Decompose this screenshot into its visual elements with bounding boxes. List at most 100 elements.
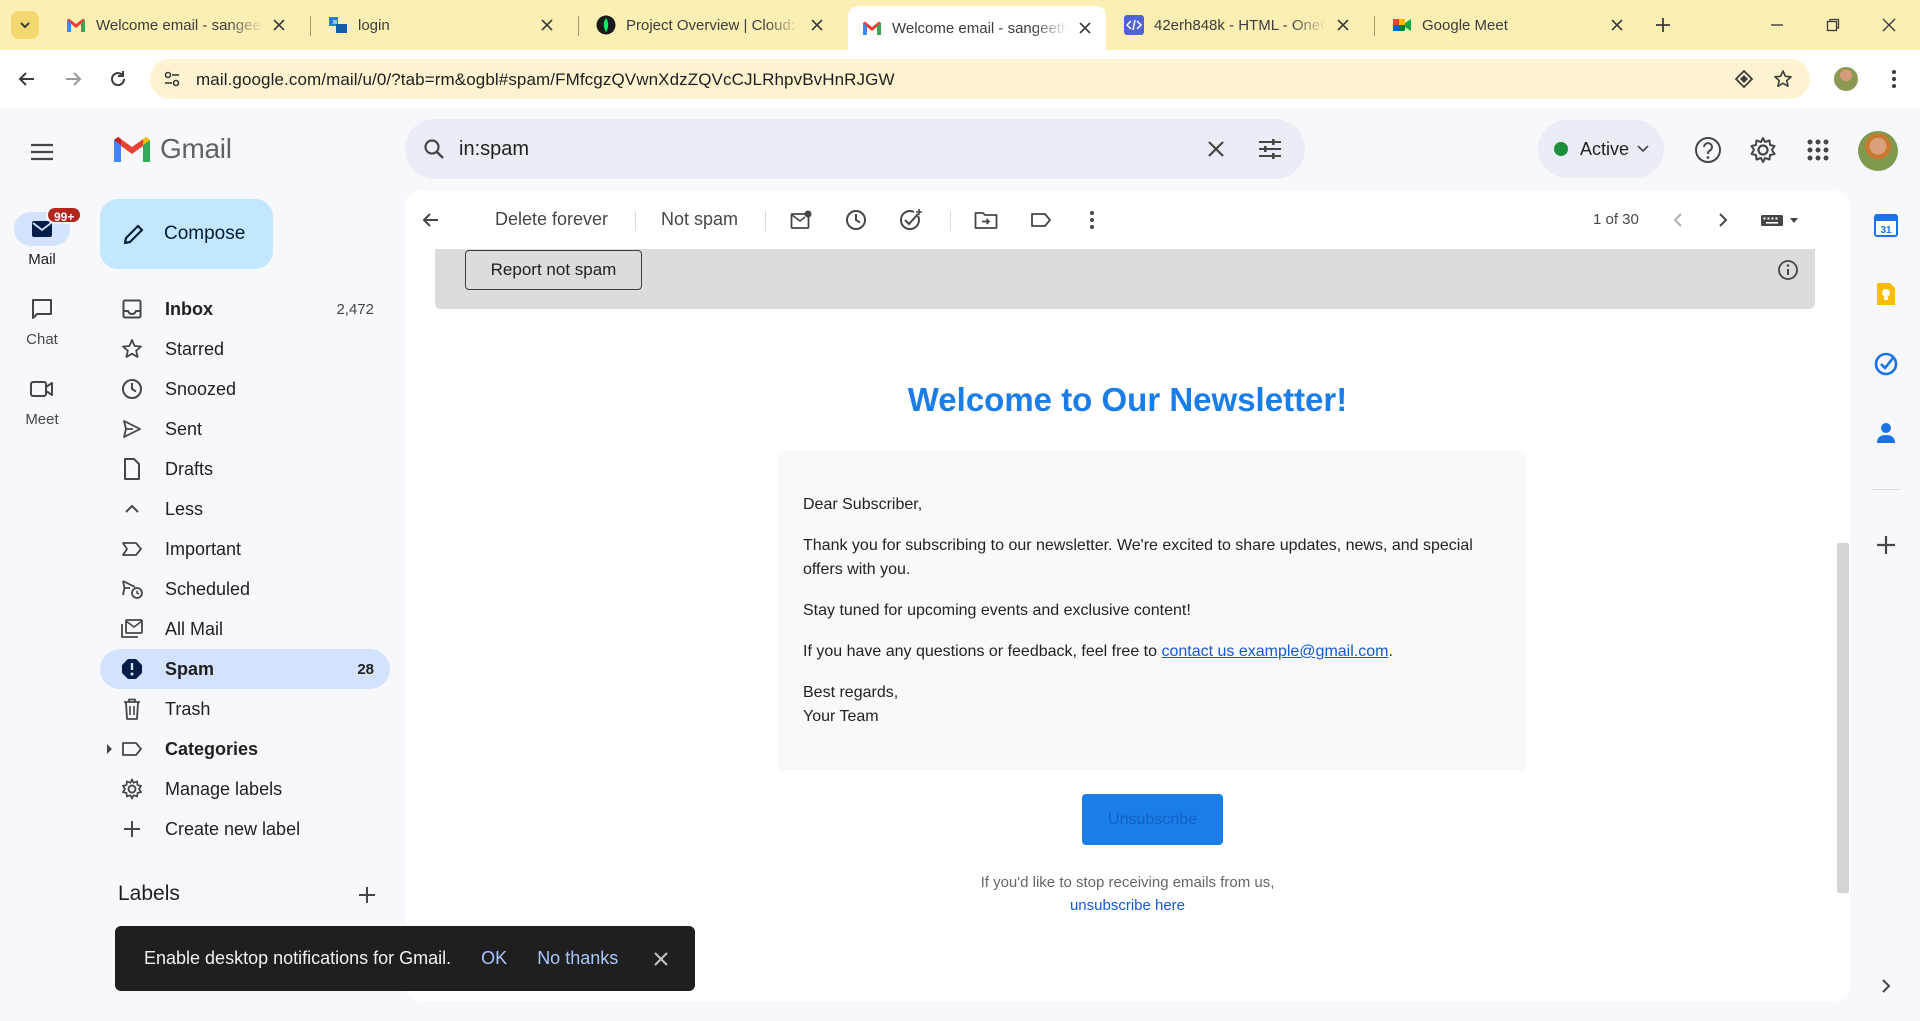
browser-menu-button[interactable] xyxy=(1884,66,1904,92)
rail-item-chat[interactable]: Chat xyxy=(0,292,84,348)
unsubscribe-link[interactable]: unsubscribe here xyxy=(405,897,1850,914)
tab-search-button[interactable] xyxy=(11,11,39,39)
tab-title: Google Meet xyxy=(1422,16,1508,34)
browser-tab-5[interactable]: 42erh848k - HTML - OneCompiler xyxy=(1110,6,1364,44)
sidebar-item-snoozed[interactable]: Snoozed xyxy=(100,369,390,409)
close-icon[interactable] xyxy=(650,948,672,970)
contact-link[interactable]: contact us example@gmail.com xyxy=(1161,643,1388,660)
keep-addon[interactable] xyxy=(1872,280,1900,308)
browser-tab-6[interactable]: Google Meet xyxy=(1378,6,1638,44)
mark-unread-button[interactable] xyxy=(787,206,815,234)
sidebar-item-scheduled[interactable]: Scheduled xyxy=(100,569,390,609)
older-button[interactable] xyxy=(1709,206,1737,234)
spam-report-icon xyxy=(120,657,144,681)
info-icon[interactable] xyxy=(1775,257,1801,283)
pencil-icon xyxy=(123,224,144,245)
status-dot xyxy=(1554,142,1568,156)
close-icon[interactable] xyxy=(808,16,826,34)
move-to-button[interactable] xyxy=(972,206,1000,234)
gmail-app: Gmail in:spam Active 99+ Mail Chat Meet … xyxy=(0,108,1920,1021)
rail-label: Meet xyxy=(25,411,59,428)
delete-forever-button[interactable]: Delete forever xyxy=(495,209,608,230)
browser-profile-avatar[interactable] xyxy=(1834,67,1858,91)
send-icon xyxy=(120,417,144,441)
contacts-addon[interactable] xyxy=(1872,419,1900,447)
add-to-tasks-button[interactable] xyxy=(897,206,925,234)
restore-button[interactable] xyxy=(1820,12,1846,38)
back-button[interactable] xyxy=(12,64,42,94)
input-tools-button[interactable] xyxy=(1757,206,1807,234)
main-menu-button[interactable] xyxy=(26,136,58,168)
sidebar-item-less[interactable]: Less xyxy=(100,489,390,529)
google-apps-button[interactable] xyxy=(1802,134,1834,166)
account-avatar[interactable] xyxy=(1858,131,1898,171)
close-icon[interactable] xyxy=(1334,16,1352,34)
toast-ok-button[interactable]: OK xyxy=(481,948,507,969)
scrollbar-thumb[interactable] xyxy=(1837,543,1849,893)
browser-tab-2[interactable]: login xyxy=(314,6,568,44)
rail-mail-icon-wrap: 99+ xyxy=(14,206,83,246)
rail-item-mail[interactable]: 99+ Mail xyxy=(0,206,84,268)
status-selector[interactable]: Active xyxy=(1538,120,1664,178)
report-not-spam-button[interactable]: Report not spam xyxy=(465,250,642,290)
show-side-panel-button[interactable] xyxy=(1872,972,1900,1000)
sidebar-item-spam[interactable]: Spam 28 xyxy=(100,649,390,689)
close-icon[interactable] xyxy=(1076,19,1094,37)
get-addons-button[interactable] xyxy=(1872,531,1900,559)
mongodb-icon xyxy=(596,15,616,35)
reload-button[interactable] xyxy=(103,64,133,94)
back-to-list-button[interactable] xyxy=(417,206,445,234)
sidebar-item-categories[interactable]: Categories xyxy=(100,729,390,769)
more-actions-button[interactable] xyxy=(1078,206,1106,234)
close-icon[interactable] xyxy=(1608,16,1626,34)
sidebar-item-manage-labels[interactable]: Manage labels xyxy=(100,769,390,809)
search-bar[interactable]: in:spam xyxy=(405,119,1305,179)
calendar-addon[interactable]: 31 xyxy=(1872,211,1900,239)
labels-button[interactable] xyxy=(1027,206,1055,234)
newer-button[interactable] xyxy=(1664,206,1692,234)
svg-text:31: 31 xyxy=(1880,225,1892,236)
sidebar-item-trash[interactable]: Trash xyxy=(100,689,390,729)
sidebar-item-sent[interactable]: Sent xyxy=(100,409,390,449)
address-bar[interactable]: mail.google.com/mail/u/0/?tab=rm&ogbl#sp… xyxy=(150,59,1810,99)
compose-button[interactable]: Compose xyxy=(100,199,273,269)
forward-button[interactable] xyxy=(58,64,88,94)
browser-tab-4-active[interactable]: Welcome email - sangeetha xyxy=(848,6,1106,50)
toast-no-thanks-button[interactable]: No thanks xyxy=(537,948,618,969)
new-tab-button[interactable] xyxy=(1650,12,1676,38)
footer-text: If you'd like to stop receiving emails f… xyxy=(980,874,1275,891)
minimize-button[interactable] xyxy=(1764,12,1790,38)
clear-search-icon[interactable] xyxy=(1201,134,1231,164)
chevron-right-icon xyxy=(1719,213,1728,227)
google-lens-icon[interactable] xyxy=(1734,69,1754,89)
not-spam-button[interactable]: Not spam xyxy=(661,209,738,230)
gear-icon xyxy=(120,777,144,801)
unsubscribe-button[interactable]: Unsubscribe xyxy=(1082,794,1223,845)
sidebar-item-starred[interactable]: Starred xyxy=(100,329,390,369)
search-icon[interactable] xyxy=(419,134,449,164)
rail-item-meet[interactable]: Meet xyxy=(0,372,84,428)
bookmark-star-icon[interactable] xyxy=(1773,69,1793,89)
sidebar-item-create-label[interactable]: Create new label xyxy=(100,809,390,849)
sidebar-item-drafts[interactable]: Drafts xyxy=(100,449,390,489)
browser-tab-3[interactable]: Project Overview | Cloud: MongoDB xyxy=(582,6,838,44)
search-options-icon[interactable] xyxy=(1255,134,1285,164)
close-icon[interactable] xyxy=(538,16,556,34)
close-icon[interactable] xyxy=(270,16,288,34)
support-button[interactable] xyxy=(1692,134,1724,166)
gmail-logo[interactable]: Gmail xyxy=(112,133,232,165)
search-input[interactable]: in:spam xyxy=(459,138,529,161)
browser-tab-1[interactable]: Welcome email - sangeetha xyxy=(52,6,300,44)
close-window-button[interactable] xyxy=(1876,12,1902,38)
tasks-addon[interactable] xyxy=(1872,350,1900,378)
calendar-icon: 31 xyxy=(1874,214,1898,237)
sidebar-item-inbox[interactable]: Inbox 2,472 xyxy=(100,289,390,329)
site-settings-icon[interactable] xyxy=(162,69,182,89)
snooze-button[interactable] xyxy=(842,206,870,234)
more-vertical-icon xyxy=(1892,70,1896,88)
sidebar-item-all-mail[interactable]: All Mail xyxy=(100,609,390,649)
url-text: mail.google.com/mail/u/0/?tab=rm&ogbl#sp… xyxy=(196,70,895,89)
create-label-button[interactable] xyxy=(354,882,380,908)
settings-button[interactable] xyxy=(1747,134,1779,166)
sidebar-item-important[interactable]: Important xyxy=(100,529,390,569)
